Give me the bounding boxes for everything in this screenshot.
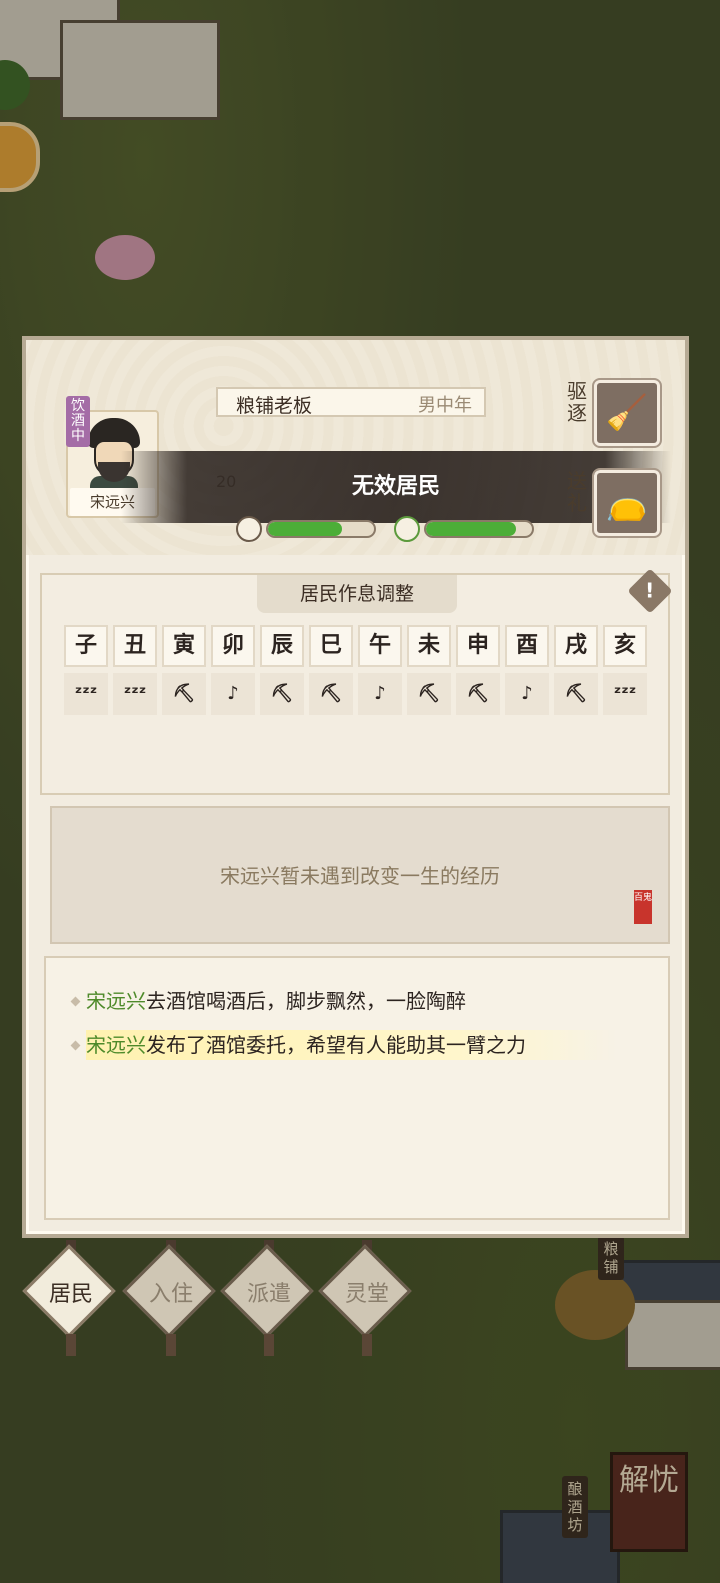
- hour-cell[interactable]: 卯: [211, 625, 255, 667]
- seal-stamp: 百鬼: [634, 890, 652, 924]
- log-entry: 宋远兴去酒馆喝酒后，脚步飘然，一脸陶醉: [70, 986, 618, 1016]
- gift-button[interactable]: 👝: [592, 468, 662, 538]
- resident-detail-panel: 饮酒中 宋远兴 粮铺老板 男中年 20 无效居民 驱逐 🧹 送礼 👝 居民作息调…: [22, 336, 689, 1238]
- work-pickaxe-icon[interactable]: ⛏: [162, 673, 206, 715]
- sleep-icon[interactable]: ᶻᶻᶻ: [64, 673, 108, 715]
- activity-row: ᶻᶻᶻ ᶻᶻᶻ ⛏ ♪ ⛏ ⛏ ♪ ⛏ ⛏ ♪ ⛏ ᶻᶻᶻ: [64, 673, 654, 715]
- hour-labels-row: 子丑寅卯辰巳午未申酉戌亥: [64, 625, 654, 667]
- hour-cell[interactable]: 子: [64, 625, 108, 667]
- tab-label: 入住: [148, 1282, 193, 1307]
- hour-cell[interactable]: 未: [407, 625, 451, 667]
- tab-move-in[interactable]: 入住: [122, 1240, 216, 1356]
- hour-cell[interactable]: 戌: [554, 625, 598, 667]
- life-experience-box: 宋远兴暂未遇到改变一生的经历 百鬼: [50, 806, 670, 944]
- expel-button[interactable]: 🧹: [592, 378, 662, 448]
- vitality-bar: [424, 520, 534, 538]
- log-entry-highlighted: 宋远兴发布了酒馆委托，希望有人能助其一臂之力: [70, 1030, 618, 1060]
- work-pickaxe-icon[interactable]: ⛏: [456, 673, 500, 715]
- hour-cell[interactable]: 亥: [603, 625, 647, 667]
- stat-bars: [236, 516, 536, 542]
- hour-cell[interactable]: 辰: [260, 625, 304, 667]
- work-pickaxe-icon[interactable]: ⛏: [260, 673, 304, 715]
- tab-label: 灵堂: [344, 1282, 389, 1307]
- activity-log: 宋远兴去酒馆喝酒后，脚步飘然，一脸陶醉 宋远兴发布了酒馆委托，希望有人能助其一臂…: [44, 956, 670, 1220]
- invalid-resident-banner: 无效居民: [121, 451, 671, 523]
- sleep-icon[interactable]: ᶻᶻᶻ: [113, 673, 157, 715]
- tab-label: 派遣: [246, 1282, 291, 1307]
- life-experience-text: 宋远兴暂未遇到改变一生的经历: [220, 864, 500, 888]
- leisure-icon[interactable]: ♪: [211, 673, 255, 715]
- job-title: 粮铺老板: [236, 395, 313, 417]
- schedule-section: 居民作息调整 ! 子丑寅卯辰巳午未申酉戌亥 ᶻᶻᶻ ᶻᶻᶻ ⛏ ♪ ⛏ ⛏ ♪ ⛏ ⛏ ♪ ⛏ ᶻᶻᶻ: [40, 568, 673, 795]
- tab-label: 居民: [48, 1282, 93, 1307]
- leaf-icon: [394, 516, 420, 542]
- hour-cell[interactable]: 午: [358, 625, 402, 667]
- info-warning-icon[interactable]: !: [627, 568, 673, 614]
- tab-memorial-hall[interactable]: 灵堂: [318, 1240, 412, 1356]
- gender-age: 男中年: [418, 395, 472, 416]
- hour-cell[interactable]: 丑: [113, 625, 157, 667]
- hour-cell[interactable]: 寅: [162, 625, 206, 667]
- mood-bar: [266, 520, 376, 538]
- broom-icon: 🧹: [605, 393, 649, 433]
- work-pickaxe-icon[interactable]: ⛏: [554, 673, 598, 715]
- hour-cell[interactable]: 巳: [309, 625, 353, 667]
- tab-residents[interactable]: 居民: [22, 1240, 116, 1356]
- gift-bag-icon: 👝: [605, 483, 649, 523]
- status-badge: 饮酒中: [66, 396, 90, 447]
- job-info-bar: 粮铺老板 男中年: [216, 387, 486, 417]
- hour-cell[interactable]: 酉: [505, 625, 549, 667]
- work-pickaxe-icon[interactable]: ⛏: [309, 673, 353, 715]
- heart-icon: [236, 516, 262, 542]
- hour-cell[interactable]: 申: [456, 625, 500, 667]
- schedule-title: 居民作息调整: [257, 575, 457, 613]
- expel-label: 驱逐: [567, 379, 587, 425]
- leisure-icon[interactable]: ♪: [358, 673, 402, 715]
- tab-dispatch[interactable]: 派遣: [220, 1240, 314, 1356]
- gift-label: 送礼: [567, 469, 587, 515]
- work-pickaxe-icon[interactable]: ⛏: [407, 673, 451, 715]
- leisure-icon[interactable]: ♪: [505, 673, 549, 715]
- schedule-grid: 子丑寅卯辰巳午未申酉戌亥 ᶻᶻᶻ ᶻᶻᶻ ⛏ ♪ ⛏ ⛏ ♪ ⛏ ⛏ ♪ ⛏ ᶻᶻᶻ: [64, 625, 654, 721]
- sleep-icon[interactable]: ᶻᶻᶻ: [603, 673, 647, 715]
